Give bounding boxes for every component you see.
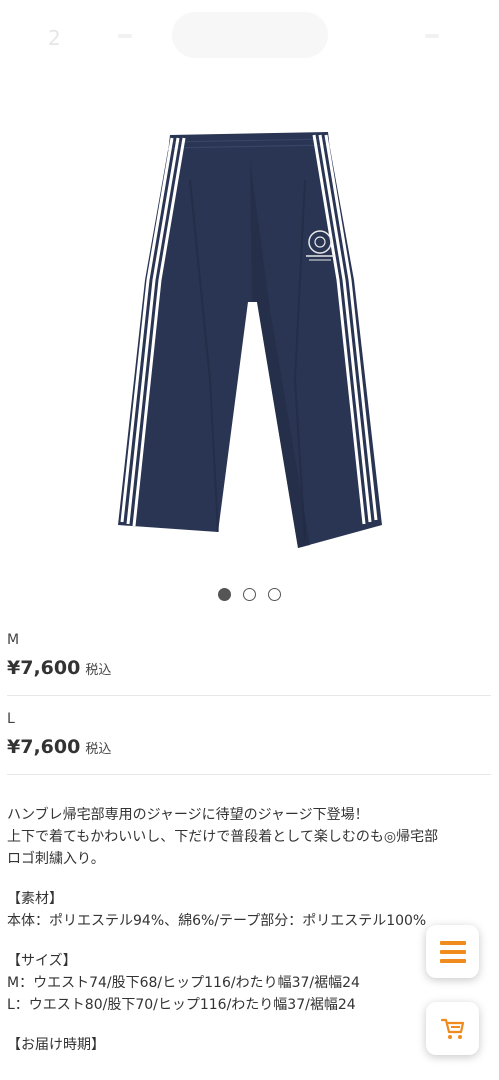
description-line: ハンブレ帰宅部専用のジャージに待望のジャージ下登場！ [7,807,369,823]
cart-button[interactable] [426,1002,479,1055]
top-bar: 2 [0,0,499,80]
divider [7,695,491,696]
material-heading: 【素材】 [7,891,63,907]
search-pill[interactable] [172,12,328,58]
divider [7,774,491,775]
tax-label: 税込 [85,742,112,757]
size-m-text: M：ウエスト74/股下68/ヒップ116/わたり幅37/裾幅24 [7,975,360,991]
page-indicator: 2 [48,26,61,50]
top-bar-ghost-right [425,34,439,38]
shopping-cart-icon [440,1018,464,1039]
variant-price: ¥7,600 [7,657,81,679]
variant-price-row: ¥7,600 税込 [7,657,489,679]
product-image[interactable] [100,120,400,560]
material-text: 本体：ポリエステル94%、綿6%/テープ部分：ポリエステル100% [7,913,427,929]
top-bar-ghost-left [118,34,132,38]
variant-price-row: ¥7,600 税込 [7,736,489,758]
carousel-dot-2[interactable] [243,588,256,601]
description-line: ロゴ刺繍入り。 [7,851,105,867]
carousel-dot-1[interactable] [218,588,231,601]
variant-name: L [7,711,15,727]
hamburger-menu-icon [439,940,466,963]
navy-track-pants-image [118,132,382,548]
variant-price: ¥7,600 [7,736,81,758]
variant-l[interactable]: L ¥7,600 税込 [7,711,489,758]
carousel-dots [0,588,499,604]
description-line: 上下で着てもかわいいし、下だけで普段着として楽しむのも◎帰宅部 [7,829,439,845]
tax-label: 税込 [85,663,112,678]
carousel-dot-3[interactable] [268,588,281,601]
variant-m[interactable]: M ¥7,600 税込 [7,632,489,679]
variant-name: M [7,632,20,648]
menu-button[interactable] [426,925,479,978]
